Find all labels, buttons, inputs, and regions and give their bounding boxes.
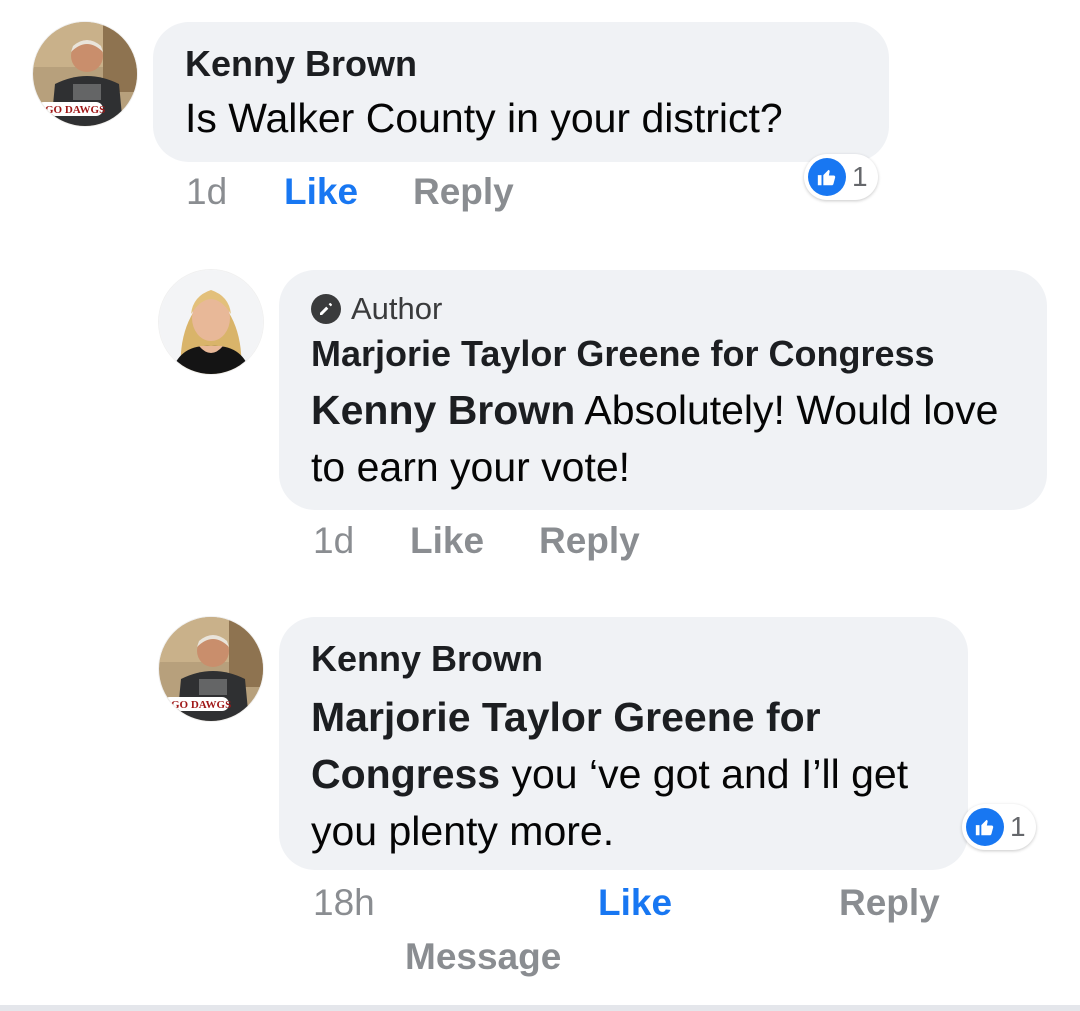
divider	[0, 1005, 1080, 1011]
avatar-caption: GO DAWGS	[45, 104, 105, 116]
mention-kenny-brown[interactable]: Kenny Brown	[311, 387, 575, 433]
comment-author-name[interactable]: Kenny Brown	[185, 42, 859, 86]
comment-timestamp[interactable]: 1d	[313, 520, 354, 562]
comment-timestamp[interactable]: 18h	[313, 882, 375, 924]
avatar-kenny-brown[interactable]: GO DAWGS	[33, 22, 137, 126]
comment-actions: 1d Like Reply	[0, 520, 1080, 565]
comment-bubble: Author Marjorie Taylor Greene for Congre…	[279, 270, 1047, 510]
comment-actions: 1d Like Reply	[0, 171, 1080, 216]
user-photo-icon: GO DAWGS	[159, 617, 263, 721]
comment-kenny-brown-2: GO DAWGS Kenny Brown Marjorie Taylor Gre…	[0, 590, 1080, 990]
like-button[interactable]: Like	[284, 171, 358, 213]
like-button[interactable]: Like	[410, 520, 484, 562]
comment-text: Kenny Brown Absolutely! Would love to ea…	[311, 382, 1017, 496]
user-photo-icon: GO DAWGS	[33, 22, 137, 126]
comment-author-name[interactable]: Kenny Brown	[311, 637, 938, 681]
comment-text: Is Walker County in your district?	[185, 90, 859, 147]
user-photo-icon	[159, 270, 263, 374]
message-button[interactable]: Message	[405, 936, 561, 978]
avatar-marjorie-taylor-greene[interactable]	[159, 270, 263, 374]
reply-button[interactable]: Reply	[539, 520, 640, 562]
like-button[interactable]: Like	[598, 882, 672, 924]
comment-actions: 18h Like Reply Message	[0, 882, 1080, 982]
thumbs-up-icon	[966, 808, 1004, 846]
avatar-caption: GO DAWGS	[171, 699, 231, 711]
reaction-count: 1	[1010, 811, 1026, 842]
author-badge: Author	[311, 290, 1017, 328]
reaction-badge[interactable]: 1	[962, 804, 1036, 850]
author-badge-label: Author	[351, 291, 443, 326]
comment-text: Marjorie Taylor Greene for Congress you …	[311, 689, 938, 860]
pencil-icon	[311, 294, 341, 324]
comment-kenny-brown-1: GO DAWGS Kenny Brown Is Walker County in…	[0, 0, 1080, 230]
reply-button[interactable]: Reply	[413, 171, 514, 213]
avatar-kenny-brown[interactable]: GO DAWGS	[159, 617, 263, 721]
comment-mtg-reply: Author Marjorie Taylor Greene for Congre…	[0, 240, 1080, 580]
comment-body: Is Walker County in your district?	[185, 95, 783, 141]
comment-timestamp[interactable]: 1d	[186, 171, 227, 213]
comment-bubble: Kenny Brown Is Walker County in your dis…	[153, 22, 889, 162]
comment-bubble: Kenny Brown Marjorie Taylor Greene for C…	[279, 617, 968, 870]
comment-author-name[interactable]: Marjorie Taylor Greene for Congress	[311, 332, 1017, 376]
reply-button[interactable]: Reply	[839, 882, 940, 924]
